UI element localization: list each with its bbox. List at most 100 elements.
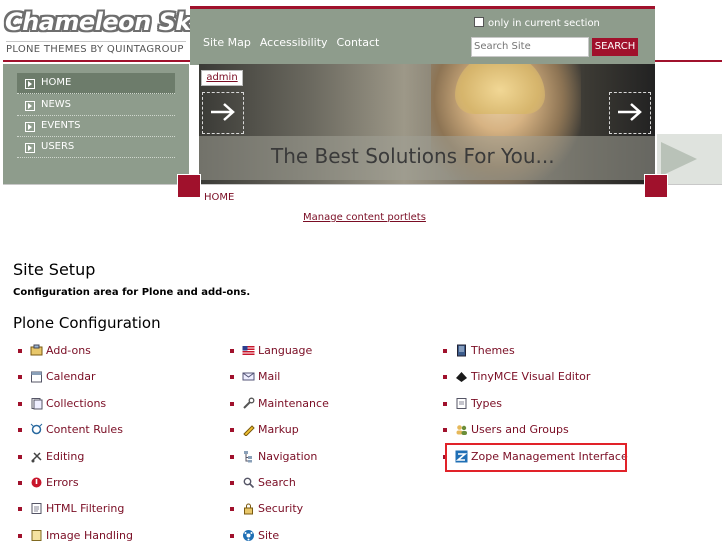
banner-prev-button[interactable] bbox=[202, 92, 244, 134]
bullet bbox=[443, 375, 447, 379]
config-item-label[interactable]: Editing bbox=[46, 450, 84, 464]
current-section-option[interactable]: only in current section bbox=[474, 17, 600, 29]
section-title: Plone Configuration bbox=[13, 314, 161, 332]
config-item-label[interactable]: TinyMCE Visual Editor bbox=[471, 370, 590, 384]
config-item-label[interactable]: Users and Groups bbox=[471, 423, 569, 437]
bullet bbox=[18, 428, 22, 432]
corner-square-right bbox=[644, 174, 668, 198]
header-bar: Site Map Accessibility Contact only in cur… bbox=[190, 6, 655, 65]
bullet bbox=[18, 402, 22, 406]
corner-square-left bbox=[177, 174, 201, 198]
manage-portlets-link[interactable]: Manage content portlets bbox=[303, 212, 426, 223]
bullet bbox=[18, 534, 22, 538]
header-rule-left bbox=[3, 60, 190, 62]
types-icon bbox=[456, 398, 467, 409]
config-item-label[interactable]: Image Handling bbox=[46, 529, 133, 543]
bullet bbox=[18, 455, 22, 459]
config-item-label[interactable]: Collections bbox=[46, 397, 106, 411]
config-item-label[interactable]: Language bbox=[258, 344, 312, 358]
site-logo[interactable]: Chameleon Skin PLONE THEMES BY QUINTAGRO… bbox=[3, 8, 216, 58]
site-map-link[interactable]: Site Map bbox=[203, 36, 251, 49]
banner-headline: The Best Solutions For You... bbox=[271, 144, 555, 168]
addons-icon bbox=[30, 344, 43, 356]
bullet bbox=[18, 507, 22, 511]
arrow-right-icon bbox=[211, 103, 235, 121]
themes-icon bbox=[457, 344, 466, 357]
site-actions: Site Map Accessibility Contact bbox=[203, 36, 388, 49]
nav-item-label: HOME bbox=[41, 77, 72, 88]
nav-arrow-icon bbox=[25, 101, 35, 111]
bullet bbox=[18, 375, 22, 379]
contact-link[interactable]: Contact bbox=[337, 36, 380, 49]
main-navigation: HOME NEWS EVENTS USERS bbox=[3, 64, 189, 184]
search-icon bbox=[243, 477, 255, 489]
bullet bbox=[443, 455, 447, 459]
page-title: Site Setup bbox=[13, 260, 96, 279]
bullet bbox=[230, 349, 234, 353]
config-item-label[interactable]: Errors bbox=[46, 476, 79, 490]
current-section-label: only in current section bbox=[488, 18, 600, 29]
bullet bbox=[230, 481, 234, 485]
breadcrumb-home[interactable]: HOME bbox=[204, 192, 234, 203]
html-filtering-icon bbox=[31, 503, 42, 514]
content-rules-icon bbox=[30, 423, 43, 435]
bullet bbox=[18, 481, 22, 485]
bullet bbox=[18, 349, 22, 353]
navigation-icon bbox=[244, 451, 252, 463]
site-icon bbox=[243, 530, 254, 541]
nav-item-events[interactable]: EVENTS bbox=[17, 116, 175, 137]
config-item-label[interactable]: Maintenance bbox=[258, 397, 329, 411]
config-item-label[interactable]: Search bbox=[258, 476, 296, 490]
search-input[interactable] bbox=[471, 37, 589, 57]
config-item-label[interactable]: Types bbox=[471, 397, 502, 411]
config-item-label[interactable]: Site bbox=[258, 529, 279, 543]
config-item-label[interactable]: Add-ons bbox=[46, 344, 91, 358]
config-item-label[interactable]: Calendar bbox=[46, 370, 95, 384]
users-groups-icon bbox=[456, 425, 467, 435]
nav-item-news[interactable]: NEWS bbox=[17, 95, 175, 116]
config-item-label[interactable]: Content Rules bbox=[46, 423, 123, 437]
header-rule-right bbox=[655, 60, 722, 62]
config-item-label[interactable]: Security bbox=[258, 502, 303, 516]
header-divider bbox=[3, 184, 722, 185]
nav-item-label: USERS bbox=[41, 141, 75, 152]
bullet bbox=[443, 428, 447, 432]
banner-photo-detail bbox=[455, 64, 545, 114]
arrow-right-icon bbox=[618, 103, 642, 121]
tinymce-icon bbox=[456, 372, 467, 382]
config-item-label[interactable]: Zope Management Interface bbox=[471, 450, 628, 464]
triangle-right-icon bbox=[661, 142, 697, 176]
nav-item-label: NEWS bbox=[41, 99, 72, 110]
nav-arrow-icon bbox=[25, 79, 35, 89]
nav-arrow-icon bbox=[25, 143, 35, 153]
nav-arrow-icon bbox=[25, 122, 35, 132]
editing-icon bbox=[31, 452, 42, 463]
calendar-icon bbox=[31, 371, 42, 383]
config-item-label[interactable]: Markup bbox=[258, 423, 299, 437]
search-button[interactable]: SEARCH bbox=[592, 38, 638, 56]
config-item-label[interactable]: Mail bbox=[258, 370, 280, 384]
banner-slideshow: The Best Solutions For You... bbox=[199, 64, 655, 184]
admin-tab[interactable]: admin bbox=[201, 70, 243, 86]
collections-icon bbox=[31, 398, 43, 410]
brand-tagline: PLONE THEMES BY QUINTAGROUP bbox=[6, 41, 186, 55]
banner-next-button[interactable] bbox=[609, 92, 651, 134]
bullet bbox=[230, 507, 234, 511]
config-item-label[interactable]: HTML Filtering bbox=[46, 502, 124, 516]
bullet bbox=[230, 534, 234, 538]
config-item-label[interactable]: Navigation bbox=[258, 450, 317, 464]
accessibility-link[interactable]: Accessibility bbox=[260, 36, 328, 49]
errors-icon bbox=[31, 477, 42, 488]
page-description: Configuration area for Plone and add-ons… bbox=[13, 287, 251, 298]
markup-icon bbox=[243, 425, 255, 436]
mail-icon bbox=[242, 372, 255, 381]
bullet bbox=[443, 402, 447, 406]
bullet bbox=[230, 455, 234, 459]
nav-item-users[interactable]: USERS bbox=[17, 137, 175, 158]
bullet bbox=[443, 349, 447, 353]
current-section-checkbox[interactable] bbox=[474, 17, 484, 27]
maintenance-icon bbox=[243, 397, 255, 409]
image-handling-icon bbox=[31, 530, 42, 541]
config-item-label[interactable]: Themes bbox=[471, 344, 515, 358]
nav-item-home[interactable]: HOME bbox=[17, 73, 175, 94]
